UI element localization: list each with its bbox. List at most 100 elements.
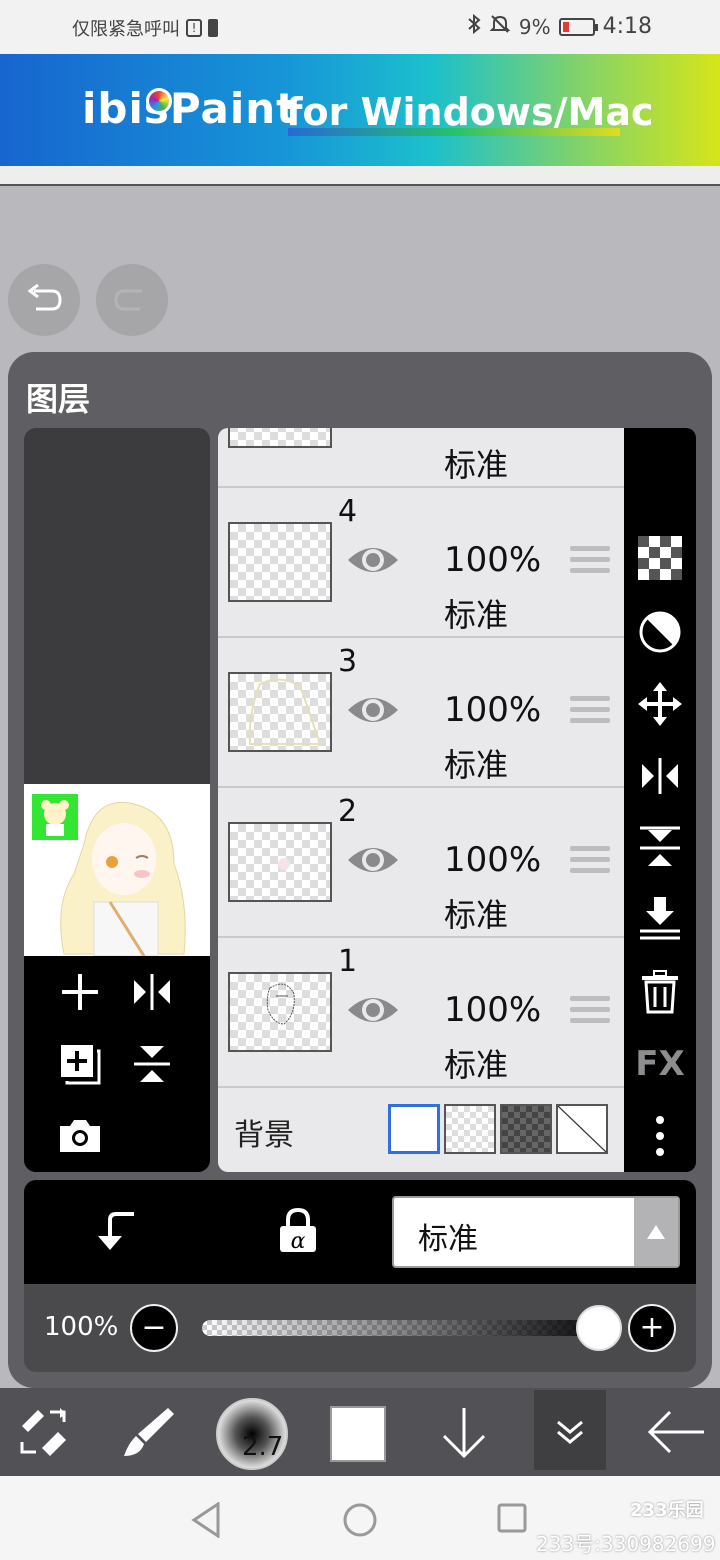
banner-divider [0,166,720,186]
layer-row-partial[interactable]: 标准 [218,428,624,488]
undo-button[interactable] [8,264,80,336]
square-recents-icon [497,1503,527,1533]
layer-panel-toggle-button[interactable] [534,1392,606,1472]
redo-icon [114,289,142,311]
drag-handle-icon[interactable] [570,696,610,726]
half-circle-icon [639,611,681,653]
back-button[interactable] [640,1392,712,1472]
preview-tools [24,956,210,1172]
opacity-slider-knob[interactable] [576,1305,622,1351]
clipping-button[interactable] [94,1206,138,1258]
drag-handle-icon[interactable] [570,546,610,576]
layer-list[interactable]: 标准 4 100% 标准 3 100% 标准 2 100% 标准 1 100% … [218,428,624,1172]
layer-row-1[interactable]: 1 100% 标准 [218,938,624,1088]
layer-tools-sidebar: FX [624,428,696,1172]
arrow-left-icon [647,1410,704,1454]
layer-thumbnail [228,972,332,1052]
eye-icon[interactable] [346,842,400,878]
layer-thumbnail [228,428,332,448]
redo-button[interactable] [96,264,168,336]
clock: 4:18 [602,14,652,39]
layer-row-2[interactable]: 2 100% 标准 [218,788,624,938]
invert-button[interactable] [636,608,684,656]
nav-home-button[interactable] [342,1502,378,1542]
layer-mode: 标准 [444,596,509,634]
merge-down-button[interactable] [636,894,684,942]
opacity-label: 100% [44,1312,119,1342]
background-row: 背景 [218,1088,624,1172]
drag-handle-icon[interactable] [570,846,610,876]
undo-icon [27,283,62,311]
flip-vertical-button[interactable] [124,1036,180,1092]
alert-icon: ! [186,19,202,37]
nav-back-button[interactable] [190,1501,222,1542]
layer-mode: 标准 [444,1046,509,1084]
flip-horizontal-icon [642,758,678,794]
ad-banner[interactable]: ibisPaint for Windows/Mac [0,54,720,166]
alpha-lock-icon: α [280,1207,316,1254]
bluetooth-icon [467,13,481,39]
banner-logo: ibisPaint [82,84,298,133]
move-button[interactable] [636,680,684,728]
tool-swap-icon [20,1408,66,1456]
alpha-lock-button[interactable]: α [278,1207,318,1258]
camera-icon [60,1120,100,1152]
more-vertical-icon [656,1116,664,1156]
layer-row-3[interactable]: 3 100% 标准 [218,638,624,788]
watermark-logo: 233乐园 [630,1500,704,1521]
layer-row-4[interactable]: 4 100% 标准 [218,488,624,638]
flip-horizontal-side-button[interactable] [636,752,684,800]
layer-opacity: 100% [444,840,542,880]
delete-layer-button[interactable] [636,968,684,1016]
camera-button[interactable] [52,1108,108,1164]
tool-switch-button[interactable] [14,1392,74,1472]
brush-tool-button[interactable] [116,1392,180,1472]
layer-mode: 标准 [444,746,509,784]
checker-transparent-button[interactable] [636,534,684,582]
opacity-slider[interactable] [202,1320,622,1336]
layer-mode: 标准 [444,896,509,934]
checkerboard-icon [638,536,682,580]
layer-opacity: 100% [444,690,542,730]
layer-thumbnail [228,672,332,752]
banner-underline [288,128,620,136]
fx-button[interactable]: FX [635,1040,684,1088]
mute-bell-icon [489,13,511,40]
character-drawing [60,801,186,956]
background-white-swatch[interactable] [388,1104,440,1154]
eye-icon[interactable] [346,692,400,728]
layer-thumbnail [228,822,332,902]
duplicate-layer-button[interactable] [52,1036,108,1092]
opacity-minus-button[interactable]: − [130,1304,178,1352]
dropdown-arrow-icon[interactable] [634,1198,678,1266]
eye-icon[interactable] [346,992,400,1028]
blend-mode-select[interactable]: 标准 [392,1196,680,1268]
svg-text:α: α [291,1229,306,1254]
brush-icon [124,1408,174,1456]
eye-icon[interactable] [346,542,400,578]
color-picker-button[interactable] [330,1406,386,1462]
nav-recents-button[interactable] [496,1502,528,1538]
opacity-plus-button[interactable]: + [628,1304,676,1352]
panel-title: 图层 [26,380,91,418]
layer-number: 4 [338,494,358,529]
layer-number: 1 [338,944,358,979]
drag-handle-icon[interactable] [570,996,610,1026]
small-battery-icon [208,19,218,37]
background-none-swatch[interactable] [556,1104,608,1154]
carrier-text: 仅限紧急呼叫 [72,19,180,40]
more-options-button[interactable] [636,1112,684,1160]
artwork-thumbnail[interactable] [24,784,210,956]
flip-horizontal-icon [134,974,170,1010]
background-transparent-swatch[interactable] [444,1104,496,1154]
flip-vertical-icon [134,1046,170,1082]
layer-mode: 标准 [444,446,509,484]
background-dark-swatch[interactable] [500,1104,552,1154]
layer-number: 3 [338,644,358,679]
flip-vertical-side-button[interactable] [636,824,684,872]
layer-down-button[interactable] [430,1392,498,1472]
add-layer-button[interactable] [52,964,108,1020]
merge-down-icon [640,897,680,940]
flip-horizontal-button[interactable] [124,964,180,1020]
trash-icon [642,970,678,1014]
